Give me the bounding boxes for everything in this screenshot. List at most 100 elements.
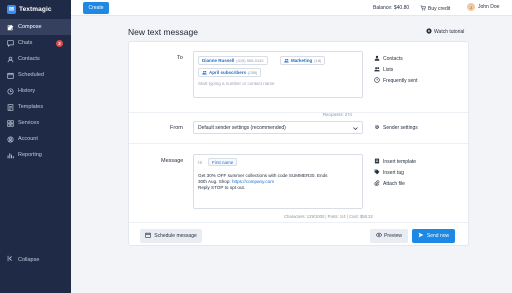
- collapse-icon: [7, 255, 14, 264]
- chat-count-badge: 2: [56, 39, 63, 47]
- sidebar-nav: Compose Chats 2 Contacts Scheduled Histo…: [0, 19, 71, 163]
- templates-icon: [7, 103, 14, 111]
- message-greeting: Hi: [198, 160, 203, 165]
- sidebar-item-label: Services: [18, 120, 40, 126]
- sidebar-item-reporting[interactable]: Reporting: [0, 147, 71, 163]
- sidebar-item-compose[interactable]: Compose: [0, 19, 71, 35]
- chip-count: (18): [314, 58, 322, 63]
- frequently-sent-label: Frequently sent: [383, 77, 418, 84]
- sidebar-item-history[interactable]: History: [0, 83, 71, 99]
- send-now-label: Send now: [426, 233, 450, 239]
- watch-tutorial-link[interactable]: Watch tutorial: [426, 28, 464, 36]
- sender-settings-link[interactable]: Sender settings: [374, 122, 418, 133]
- play-icon: [426, 28, 432, 36]
- chat-icon: [7, 39, 14, 47]
- sidebar-item-label: History: [18, 88, 36, 94]
- preview-button[interactable]: Preview: [370, 229, 408, 243]
- app-name: Textmagic: [19, 5, 52, 13]
- recipient-chip-list[interactable]: April subscribers (255): [198, 68, 262, 77]
- sidebar-item-scheduled[interactable]: Scheduled: [0, 67, 71, 83]
- logo-icon: ✉: [7, 4, 16, 14]
- schedule-message-button[interactable]: Schedule message: [140, 229, 202, 243]
- message-line: Reply STOP to opt out.: [198, 185, 246, 191]
- send-icon: [418, 232, 424, 240]
- sender-select-value: Default sender settings (recommended): [198, 124, 286, 131]
- attach-file-link[interactable]: Attach file: [374, 178, 416, 189]
- sidebar: ✉ Textmagic Compose Chats 2 Contacts Sch…: [0, 0, 71, 293]
- template-icon: [374, 158, 380, 166]
- buy-credit-label: Buy credit: [428, 6, 451, 12]
- recipients-field[interactable]: Dianne Russell (415) 555-0132 Marketing …: [193, 51, 363, 98]
- calendar-icon: [145, 232, 151, 240]
- gear-icon: [374, 124, 380, 132]
- top-bar: Create Balance: $40.80 Buy credit J John…: [71, 0, 512, 16]
- watch-tutorial-label: Watch tutorial: [434, 29, 465, 35]
- collapse-label: Collapse: [18, 256, 40, 263]
- sender-select[interactable]: Default sender settings (recommended): [193, 121, 363, 134]
- sidebar-item-templates[interactable]: Templates: [0, 99, 71, 115]
- main-content: New text message Watch tutorial To Diann…: [71, 16, 512, 293]
- contacts-link[interactable]: Contacts: [374, 53, 417, 64]
- recipient-chip-list[interactable]: Marketing (18): [280, 56, 326, 65]
- sidebar-item-label: Contacts: [18, 56, 40, 62]
- user-name: John Doe: [478, 4, 500, 10]
- from-actions: Sender settings: [374, 122, 418, 133]
- frequently-sent-link[interactable]: Frequently sent: [374, 75, 417, 86]
- sidebar-item-contacts[interactable]: Contacts: [0, 51, 71, 67]
- chevron-down-icon: [353, 126, 358, 131]
- create-button[interactable]: Create: [83, 2, 109, 14]
- sidebar-item-label: Reporting: [18, 152, 42, 158]
- sidebar-item-label: Compose: [18, 24, 42, 30]
- clock-icon: [374, 76, 380, 85]
- contacts-icon: [374, 55, 380, 63]
- chip-count: (255): [248, 70, 258, 75]
- compose-icon: [7, 24, 14, 31]
- message-textarea[interactable]: Hi First name Get 30% OFF summer collect…: [193, 154, 363, 209]
- insert-template-label: Insert template: [383, 158, 417, 165]
- history-icon: [7, 87, 14, 95]
- insert-tag-label: Insert tag: [383, 169, 404, 176]
- services-icon: [7, 119, 14, 127]
- contacts-link-label: Contacts: [383, 55, 403, 62]
- insert-tag-link[interactable]: Insert tag: [374, 167, 416, 178]
- chip-name: Marketing: [291, 58, 313, 63]
- sidebar-item-chats[interactable]: Chats 2: [0, 35, 71, 51]
- divider: [129, 112, 468, 113]
- to-label: To: [177, 55, 183, 61]
- message-text: 30th Aug. Shop:: [198, 179, 232, 185]
- sidebar-item-label: Chats: [18, 40, 33, 46]
- from-label: From: [170, 125, 183, 131]
- chip-name: Dianne Russell: [202, 58, 235, 63]
- sidebar-item-label: Templates: [18, 104, 44, 110]
- message-actions: Insert template Insert tag Attach file: [374, 156, 416, 189]
- list-icon: [202, 70, 207, 76]
- app-logo[interactable]: ✉ Textmagic: [7, 4, 52, 14]
- page-title: New text message: [128, 27, 198, 37]
- compose-card: To Dianne Russell (415) 555-0132 Marketi…: [128, 41, 469, 246]
- to-actions: Contacts Lists Frequently sent: [374, 53, 417, 86]
- divider: [129, 143, 468, 144]
- lists-link[interactable]: Lists: [374, 64, 417, 75]
- sidebar-item-label: Account: [18, 136, 38, 142]
- recipient-chip-contact[interactable]: Dianne Russell (415) 555-0132: [198, 56, 268, 65]
- sidebar-item-services[interactable]: Services: [0, 115, 71, 131]
- message-label: Message: [161, 158, 184, 164]
- calendar-icon: [7, 72, 14, 79]
- sender-settings-label: Sender settings: [383, 124, 418, 131]
- insert-template-link[interactable]: Insert template: [374, 156, 416, 167]
- contacts-icon: [7, 56, 14, 63]
- recipients-placeholder: Start typing a number or contact name: [198, 81, 275, 86]
- user-menu[interactable]: J John Doe: [467, 3, 499, 11]
- message-link: https://company.com: [231, 179, 275, 185]
- sidebar-item-account[interactable]: Account: [0, 131, 71, 147]
- first-name-tag[interactable]: First name: [208, 158, 238, 166]
- preview-label: Preview: [384, 233, 402, 239]
- send-now-button[interactable]: Send now: [412, 229, 455, 243]
- account-icon: [7, 135, 14, 143]
- schedule-message-label: Schedule message: [154, 233, 197, 239]
- message-counts: Characters: 129/1000 | Parts: 1/4 | Cost…: [284, 214, 373, 219]
- buy-credit-link[interactable]: Buy credit: [420, 5, 450, 13]
- collapse-button[interactable]: Collapse: [7, 255, 39, 264]
- paperclip-icon: [374, 179, 380, 188]
- lists-icon: [374, 66, 380, 74]
